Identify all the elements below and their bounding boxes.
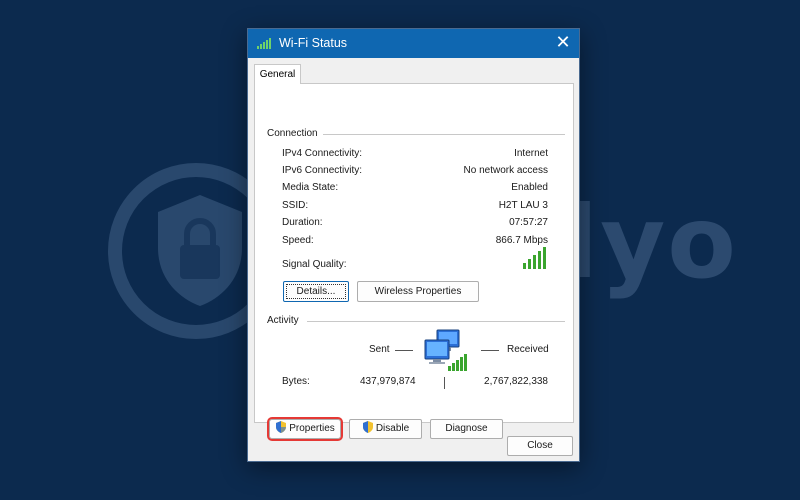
wifi-signal-icon — [257, 38, 271, 49]
uac-shield-icon — [362, 421, 373, 433]
close-button[interactable]: Close — [507, 436, 573, 456]
duration-value: 07:57:27 — [509, 217, 548, 228]
ssid-label: SSID: — [282, 200, 309, 211]
wifi-status-dialog: Wi-Fi Status ✕ General Connection IPv4 C… — [247, 28, 580, 462]
speed-label: Speed: — [282, 235, 314, 246]
duration-label: Duration: — [282, 217, 323, 228]
properties-button[interactable]: Properties — [267, 417, 343, 441]
sent-dash — [395, 350, 413, 351]
signal-bar — [528, 259, 531, 269]
ipv6-value: No network access — [463, 165, 548, 176]
diagnose-button[interactable]: Diagnose — [430, 419, 503, 439]
general-panel: Connection IPv4 Connectivity: Internet I… — [254, 83, 574, 441]
uac-shield-icon — [276, 421, 287, 433]
bytes-sent-value: 437,979,874 — [360, 376, 416, 387]
connection-heading: Connection — [267, 128, 323, 139]
ipv4-label: IPv4 Connectivity: — [282, 148, 363, 159]
bytes-received-value: 2,767,822,338 — [484, 376, 548, 387]
details-button-label: Details... — [286, 284, 346, 299]
activity-divider — [307, 321, 565, 322]
activity-heading: Activity — [267, 315, 304, 326]
media-state-value: Enabled — [511, 182, 548, 193]
bytes-label: Bytes: — [282, 376, 310, 387]
ipv4-value: Internet — [514, 148, 548, 159]
close-icon[interactable]: ✕ — [551, 32, 575, 54]
received-dash — [481, 350, 499, 351]
speed-value: 866.7 Mbps — [495, 235, 548, 246]
activity-separator — [444, 377, 445, 389]
sent-label: Sent — [369, 344, 390, 355]
tab-general[interactable]: General — [254, 64, 301, 84]
window-title: Wi-Fi Status — [279, 36, 348, 50]
disable-button-label: Disable — [375, 423, 410, 434]
title-bar[interactable]: Wi-Fi Status ✕ — [248, 29, 579, 58]
wireless-properties-button[interactable]: Wireless Properties — [357, 281, 479, 302]
disable-button[interactable]: Disable — [349, 419, 422, 439]
signal-bar — [523, 263, 526, 269]
ipv6-label: IPv6 Connectivity: — [282, 165, 363, 176]
details-button[interactable]: Details... — [283, 281, 349, 302]
signal-bar — [543, 247, 546, 269]
signal-bar — [538, 251, 541, 269]
media-state-label: Media State: — [282, 182, 339, 193]
connection-divider — [315, 134, 565, 135]
received-label: Received — [507, 344, 549, 355]
network-computers-icon — [424, 329, 467, 371]
properties-button-label: Properties — [289, 423, 335, 434]
signal-bar — [533, 255, 536, 269]
watermark-shield-icon — [158, 195, 242, 306]
ssid-value: H2T LAU 3 — [498, 200, 548, 211]
signal-quality-label: Signal Quality: — [282, 259, 347, 270]
